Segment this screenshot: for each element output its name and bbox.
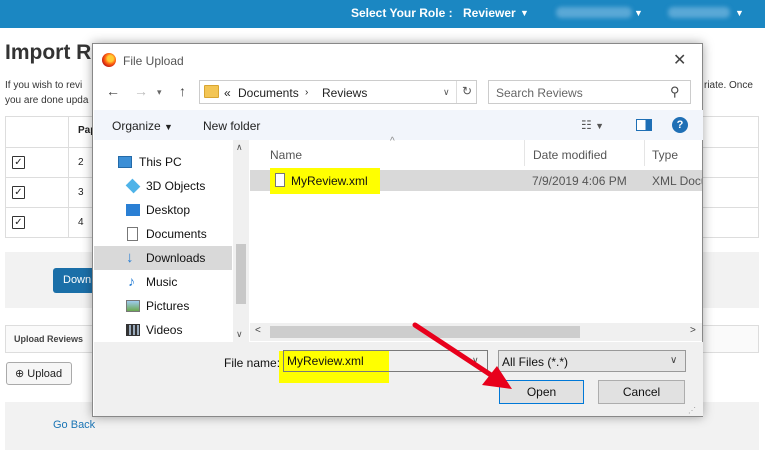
cancel-button[interactable]: Cancel <box>598 380 685 404</box>
navigation-scrollbar[interactable]: ∧ ∨ <box>233 140 249 342</box>
address-bar[interactable]: « Documents › Reviews ∨ ↻ <box>199 80 477 104</box>
address-dropdown-icon[interactable]: ∨ <box>443 87 450 98</box>
search-box[interactable]: Search Reviews ⚲ <box>488 80 691 104</box>
file-type-value: All Files (*.*) <box>502 355 569 369</box>
search-placeholder: Search Reviews <box>496 86 583 100</box>
horizontal-scrollbar[interactable]: < > <box>250 323 702 341</box>
nav-item-label: Downloads <box>146 251 206 265</box>
role-caret-icon[interactable]: ▼ <box>520 8 529 18</box>
user-caret-icon[interactable]: ▼ <box>634 8 643 18</box>
scrollbar-thumb[interactable] <box>236 244 246 304</box>
user-menu-blurred[interactable] <box>556 7 632 18</box>
role-label: Select Your Role : <box>351 6 453 20</box>
paper-number: 4 <box>78 217 84 228</box>
breadcrumb-separator-icon[interactable]: › <box>305 87 308 98</box>
resize-grip-icon[interactable]: ⋰ <box>688 406 696 415</box>
dialog-titlebar[interactable]: File Upload ✕ <box>93 44 702 76</box>
scroll-down-icon[interactable]: ∨ <box>236 329 243 340</box>
nav-item-videos[interactable]: Videos <box>94 318 232 342</box>
3d-objects-icon <box>125 178 141 194</box>
navigation-pane: This PC 3D Objects Desktop Documents ↓ D… <box>94 140 250 342</box>
nav-item-3d-objects[interactable]: 3D Objects <box>94 174 232 198</box>
preview-pane-icon[interactable] <box>636 119 652 131</box>
file-type-select[interactable]: All Files (*.*) ∨ <box>498 350 686 372</box>
page-description: If you wish to revi you are done upda <box>5 80 89 106</box>
desktop-icon <box>126 204 140 216</box>
upload-button-label: Upload <box>27 368 63 380</box>
breadcrumb-reviews[interactable]: Reviews <box>322 86 367 100</box>
nav-item-label: 3D Objects <box>146 179 206 193</box>
address-overflow[interactable]: « <box>224 86 231 100</box>
file-date: 7/9/2019 4:06 PM <box>532 174 627 188</box>
help-icon[interactable]: ? <box>672 117 688 133</box>
paper-number: 3 <box>78 187 84 198</box>
nav-item-documents[interactable]: Documents <box>94 222 232 246</box>
page-description-tail: riate. Once <box>704 80 753 91</box>
paper-number: 2 <box>78 157 84 168</box>
nav-item-label: Documents <box>146 227 207 241</box>
firefox-icon <box>102 53 116 67</box>
nav-item-music[interactable]: ♪ Music <box>94 270 232 294</box>
account-menu-blurred[interactable] <box>668 7 730 18</box>
refresh-icon[interactable]: ↻ <box>456 81 477 103</box>
file-upload-dialog: File Upload ✕ ← → ▾ ↑ « Documents › Revi… <box>92 43 703 417</box>
row-checkbox[interactable]: ✓ <box>12 186 25 199</box>
downloads-icon: ↓ <box>126 249 134 266</box>
dialog-toolbar: Organize ▼ New folder ☷ ▼ ? <box>94 110 703 140</box>
file-xml-icon <box>275 173 285 187</box>
forward-arrow-icon[interactable]: → <box>134 83 148 99</box>
organize-menu[interactable]: Organize ▼ <box>112 119 173 133</box>
up-arrow-icon[interactable]: ↑ <box>179 83 186 99</box>
videos-icon <box>126 324 140 336</box>
nav-item-label: Videos <box>146 323 183 337</box>
go-back-link[interactable]: Go Back <box>53 419 95 431</box>
file-name-input[interactable] <box>283 350 488 372</box>
nav-item-pictures[interactable]: Pictures <box>94 294 232 318</box>
documents-icon <box>127 227 138 241</box>
open-button[interactable]: Open <box>499 380 584 404</box>
search-icon[interactable]: ⚲ <box>670 84 680 100</box>
chevron-down-icon: ∨ <box>670 355 678 366</box>
file-name[interactable]: MyReview.xml <box>291 174 368 188</box>
view-options-icon[interactable]: ☷ ▼ <box>581 118 604 132</box>
nav-item-label: Pictures <box>146 299 190 313</box>
dialog-title: File Upload <box>123 54 184 68</box>
file-type: XML Document <box>652 174 702 188</box>
close-icon[interactable]: ✕ <box>673 50 686 70</box>
upload-section-title: Upload Reviews <box>14 334 84 344</box>
this-pc-icon <box>118 156 132 168</box>
top-bar: Select Your Role : Reviewer ▼ ▼ ▼ <box>0 0 765 28</box>
row-checkbox[interactable]: ✓ <box>12 216 25 229</box>
row-checkbox[interactable]: ✓ <box>12 156 25 169</box>
account-caret-icon[interactable]: ▼ <box>735 8 744 18</box>
music-icon: ♪ <box>128 273 135 289</box>
column-date-modified[interactable]: Date modified <box>525 140 645 166</box>
nav-item-label: Music <box>146 275 178 289</box>
scrollbar-thumb[interactable] <box>270 326 580 338</box>
breadcrumb-documents[interactable]: Documents <box>238 86 299 100</box>
folder-icon <box>204 85 219 98</box>
file-list: Name ^ Date modified Type MyReview.xml 7… <box>250 136 702 342</box>
sort-ascending-icon: ^ <box>390 136 395 147</box>
nav-item-desktop[interactable]: Desktop <box>94 198 232 222</box>
pictures-icon <box>126 300 140 312</box>
file-name-dropdown-icon[interactable]: ∨ <box>472 355 479 366</box>
scroll-up-icon[interactable]: ∧ <box>236 142 243 153</box>
nav-item-downloads[interactable]: ↓ Downloads <box>94 246 232 270</box>
scroll-right-icon[interactable]: > <box>690 325 696 336</box>
column-type[interactable]: Type <box>645 140 702 166</box>
upload-button[interactable]: ⊕ Upload <box>6 362 72 385</box>
column-name[interactable]: Name <box>250 140 525 166</box>
back-arrow-icon[interactable]: ← <box>106 83 120 99</box>
nav-item-this-pc[interactable]: This PC <box>94 150 232 174</box>
role-dropdown[interactable]: Reviewer <box>463 6 516 20</box>
scroll-left-icon[interactable]: < <box>255 325 261 336</box>
page-title: Import Re <box>5 41 104 64</box>
nav-item-label: Desktop <box>146 203 191 217</box>
file-name-label: File name: <box>224 356 281 370</box>
recent-dropdown-icon[interactable]: ▾ <box>157 87 162 98</box>
nav-item-label: This PC <box>139 155 182 169</box>
new-folder-button[interactable]: New folder <box>203 119 260 133</box>
upload-icon: ⊕ <box>15 368 25 380</box>
